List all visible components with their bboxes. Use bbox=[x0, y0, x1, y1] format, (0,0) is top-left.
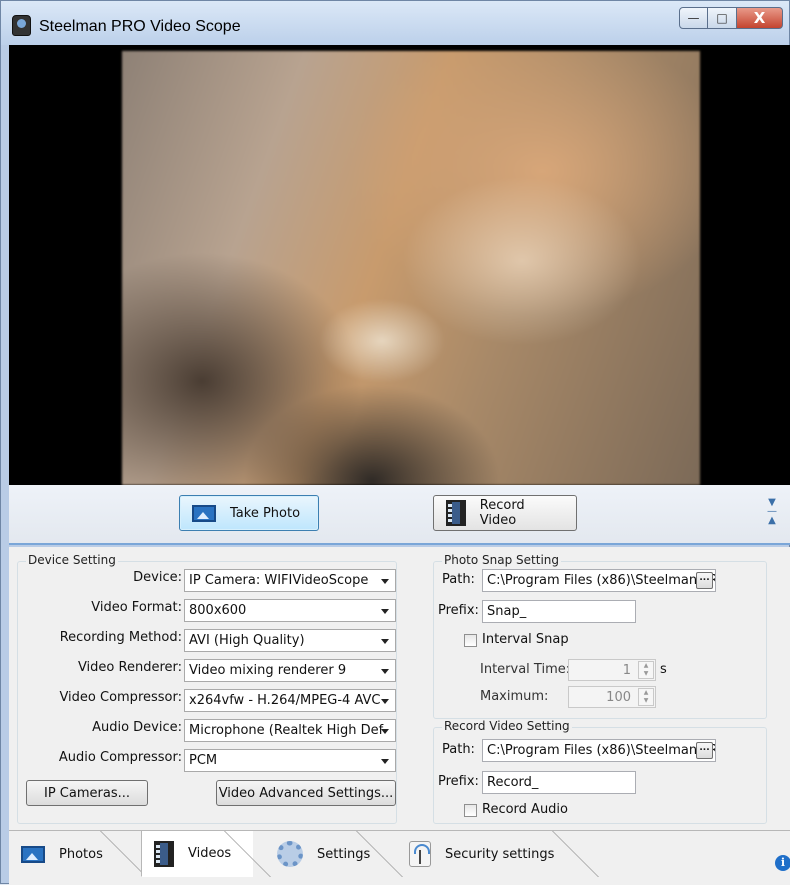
video-advanced-settings-label: Video Advanced Settings... bbox=[218, 785, 394, 801]
photo-path-input[interactable]: C:\Program Files (x86)\Steelman PRO ... bbox=[482, 569, 716, 592]
interval-time-unit: s bbox=[660, 662, 667, 677]
maximize-icon: □ bbox=[716, 11, 728, 25]
minimize-icon: — bbox=[687, 11, 700, 25]
video-renderer-label: Video Renderer: bbox=[77, 660, 182, 675]
photo-path-value: C:\Program Files (x86)\Steelman PRO bbox=[487, 573, 716, 588]
chevron-down-icon bbox=[381, 579, 389, 584]
record-video-legend: Record Video Setting bbox=[442, 719, 572, 733]
tab-security-settings[interactable]: Security settings bbox=[397, 831, 599, 877]
app-camera-icon bbox=[12, 15, 31, 36]
tab-security-settings-label: Security settings bbox=[445, 846, 555, 862]
recording-method-select[interactable]: AVI (High Quality) bbox=[184, 629, 396, 652]
antenna-icon bbox=[409, 841, 431, 867]
ip-cameras-label: IP Cameras... bbox=[44, 785, 130, 801]
window-controls: — □ X bbox=[679, 7, 783, 29]
photo-path-label: Path: bbox=[442, 572, 475, 587]
interval-time-spinner[interactable]: 1 ▲ ▼ bbox=[568, 659, 656, 681]
device-label: Device: bbox=[133, 570, 182, 585]
photo-prefix-value: Snap_ bbox=[487, 604, 527, 619]
window-title: Steelman PRO Video Scope bbox=[39, 18, 241, 35]
maximize-button[interactable]: □ bbox=[708, 7, 737, 29]
photo-prefix-label: Prefix: bbox=[438, 603, 479, 618]
recording-method-value: AVI (High Quality) bbox=[189, 633, 305, 648]
tab-settings[interactable]: Settings bbox=[265, 831, 403, 877]
close-button[interactable]: X bbox=[737, 7, 783, 29]
video-compressor-select[interactable]: x264vfw - H.264/MPEG-4 AVC bbox=[184, 689, 396, 712]
chevron-down-icon bbox=[381, 729, 389, 734]
settings-panel: Device Setting Device: IP Camera: WIFIVi… bbox=[9, 547, 790, 830]
photo-snap-legend: Photo Snap Setting bbox=[442, 553, 562, 567]
recording-method-label: Recording Method: bbox=[59, 630, 182, 645]
photo-snap-setting-group: Photo Snap Setting Path: C:\Program File… bbox=[433, 553, 767, 719]
minimize-button[interactable]: — bbox=[679, 7, 708, 29]
video-compressor-label: Video Compressor: bbox=[59, 690, 182, 705]
capture-toolbar: Take Photo Record Video ▼ — ▲ bbox=[9, 485, 790, 545]
video-path-browse-button[interactable]: ... bbox=[696, 742, 713, 759]
close-icon: X bbox=[753, 9, 766, 27]
photo-icon bbox=[192, 504, 216, 522]
audio-device-label: Audio Device: bbox=[92, 720, 182, 735]
film-icon bbox=[446, 500, 466, 526]
record-audio-checkbox[interactable] bbox=[464, 804, 477, 817]
chevron-down-icon bbox=[381, 609, 389, 614]
video-path-input[interactable]: C:\Program Files (x86)\Steelman PRO ... bbox=[482, 739, 716, 762]
video-renderer-value: Video mixing renderer 9 bbox=[189, 663, 347, 678]
tab-videos[interactable]: Videos bbox=[141, 831, 271, 877]
title-bar[interactable]: Steelman PRO Video Scope — □ X bbox=[1, 1, 789, 45]
device-setting-group: Device Setting Device: IP Camera: WIFIVi… bbox=[17, 553, 397, 824]
video-path-label: Path: bbox=[442, 742, 475, 757]
info-icon[interactable]: i bbox=[775, 855, 790, 871]
videos-icon bbox=[154, 840, 174, 867]
device-setting-legend: Device Setting bbox=[26, 553, 118, 567]
video-format-value: 800x600 bbox=[189, 603, 247, 618]
spin-updown-icon[interactable]: ▲ ▼ bbox=[638, 661, 654, 679]
interval-snap-label: Interval Snap bbox=[482, 632, 569, 647]
record-audio-label: Record Audio bbox=[482, 802, 568, 817]
photo-prefix-input[interactable]: Snap_ bbox=[482, 600, 636, 623]
chevron-down-icon bbox=[381, 699, 389, 704]
ip-cameras-button[interactable]: IP Cameras... bbox=[26, 780, 148, 806]
audio-device-value: Microphone (Realtek High Def bbox=[189, 723, 384, 738]
take-photo-label: Take Photo bbox=[230, 505, 301, 521]
interval-snap-checkbox[interactable] bbox=[464, 634, 477, 647]
chevron-down-icon bbox=[381, 759, 389, 764]
audio-compressor-value: PCM bbox=[189, 753, 218, 768]
chevron-down-icon bbox=[381, 639, 389, 644]
spin-updown-icon[interactable]: ▲ ▼ bbox=[638, 688, 654, 706]
audio-compressor-label: Audio Compressor: bbox=[58, 750, 182, 765]
camera-feed bbox=[122, 51, 700, 485]
video-preview bbox=[9, 45, 790, 485]
record-video-button[interactable]: Record Video bbox=[433, 495, 577, 531]
take-photo-button[interactable]: Take Photo bbox=[179, 495, 319, 531]
main-tabs: Photos Videos Settings Security settings… bbox=[9, 830, 790, 885]
record-video-setting-group: Record Video Setting Path: C:\Program Fi… bbox=[433, 719, 767, 824]
maximum-value: 100 bbox=[606, 690, 631, 705]
photos-icon bbox=[21, 845, 45, 863]
video-prefix-label: Prefix: bbox=[438, 774, 479, 789]
device-value: IP Camera: WIFIVideoScope bbox=[189, 573, 369, 588]
device-select[interactable]: IP Camera: WIFIVideoScope bbox=[184, 569, 396, 592]
maximum-label: Maximum: bbox=[480, 689, 549, 704]
record-video-label: Record Video bbox=[479, 498, 525, 528]
video-format-label: Video Format: bbox=[91, 600, 182, 615]
audio-compressor-select[interactable]: PCM bbox=[184, 749, 396, 772]
tab-photos[interactable]: Photos bbox=[9, 831, 147, 877]
photo-path-browse-button[interactable]: ... bbox=[696, 572, 713, 589]
video-prefix-value: Record_ bbox=[487, 775, 539, 790]
video-renderer-select[interactable]: Video mixing renderer 9 bbox=[184, 659, 396, 682]
audio-device-select[interactable]: Microphone (Realtek High Def bbox=[184, 719, 396, 742]
video-path-value: C:\Program Files (x86)\Steelman PRO bbox=[487, 743, 716, 758]
collapse-panel-icon[interactable]: ▼ — ▲ bbox=[763, 498, 781, 526]
gear-icon bbox=[277, 841, 303, 867]
video-format-select[interactable]: 800x600 bbox=[184, 599, 396, 622]
maximum-spinner[interactable]: 100 ▲ ▼ bbox=[568, 686, 656, 708]
interval-time-value: 1 bbox=[622, 663, 631, 678]
video-advanced-settings-button[interactable]: Video Advanced Settings... bbox=[216, 780, 396, 806]
interval-time-label: Interval Time: bbox=[480, 662, 571, 677]
app-window: Steelman PRO Video Scope — □ X Take Phot… bbox=[0, 0, 790, 885]
chevron-down-icon bbox=[381, 669, 389, 674]
video-prefix-input[interactable]: Record_ bbox=[482, 771, 636, 794]
video-compressor-value: x264vfw - H.264/MPEG-4 AVC bbox=[189, 693, 381, 708]
